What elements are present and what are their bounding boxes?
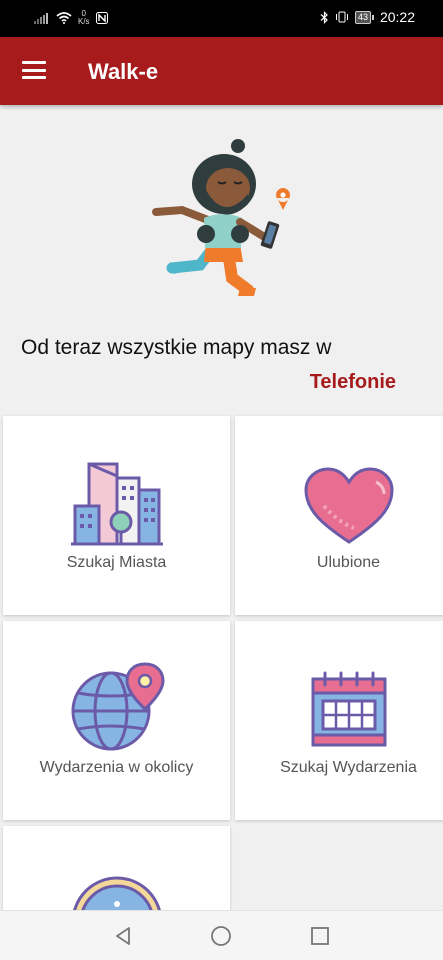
battery-level: 43 <box>354 10 371 24</box>
wifi-icon <box>56 12 72 24</box>
walking-man-illustration <box>152 139 291 296</box>
status-time: 20:22 <box>379 9 415 25</box>
hamburger-menu-icon[interactable] <box>22 61 46 79</box>
battery-indicator: 43 <box>354 10 374 24</box>
status-bar: 0 K/s 43 20:22 <box>0 0 443 37</box>
system-navigation-bar <box>0 910 443 960</box>
search-events-label: Szukaj Wydarzenia <box>280 759 417 776</box>
city-buildings-icon <box>70 462 163 546</box>
vibrate-icon <box>335 11 348 23</box>
nfc-icon <box>95 12 108 24</box>
signal-icon <box>34 13 48 24</box>
nearby-events-card[interactable]: Wydarzenia w okolicy <box>3 621 230 820</box>
favorites-label: Ulubione <box>316 554 381 571</box>
hero-highlight: Telefonie <box>309 371 396 393</box>
search-events-card[interactable]: Szukaj Wydarzenia <box>235 621 443 820</box>
search-city-label: Szukaj Miasta <box>66 554 167 571</box>
home-icon[interactable] <box>209 924 233 948</box>
favorites-card[interactable]: Ulubione <box>235 416 443 615</box>
network-speed: 0 K/s <box>78 10 90 26</box>
app-title: Walk-e <box>88 59 159 84</box>
back-icon[interactable] <box>111 924 135 948</box>
hero-text: Od teraz wszystkie mapy masz w <box>21 336 332 359</box>
app-bar: Walk-e <box>0 37 443 105</box>
bluetooth-icon <box>320 10 328 24</box>
heart-icon <box>303 467 394 544</box>
search-city-card[interactable]: Szukaj Miasta <box>3 416 230 615</box>
recents-icon[interactable] <box>308 924 332 948</box>
nearby-events-label: Wydarzenia w okolicy <box>39 759 194 776</box>
network-speed-unit: K/s <box>78 17 90 26</box>
globe-location-icon <box>71 662 165 751</box>
calendar-icon <box>311 671 386 747</box>
